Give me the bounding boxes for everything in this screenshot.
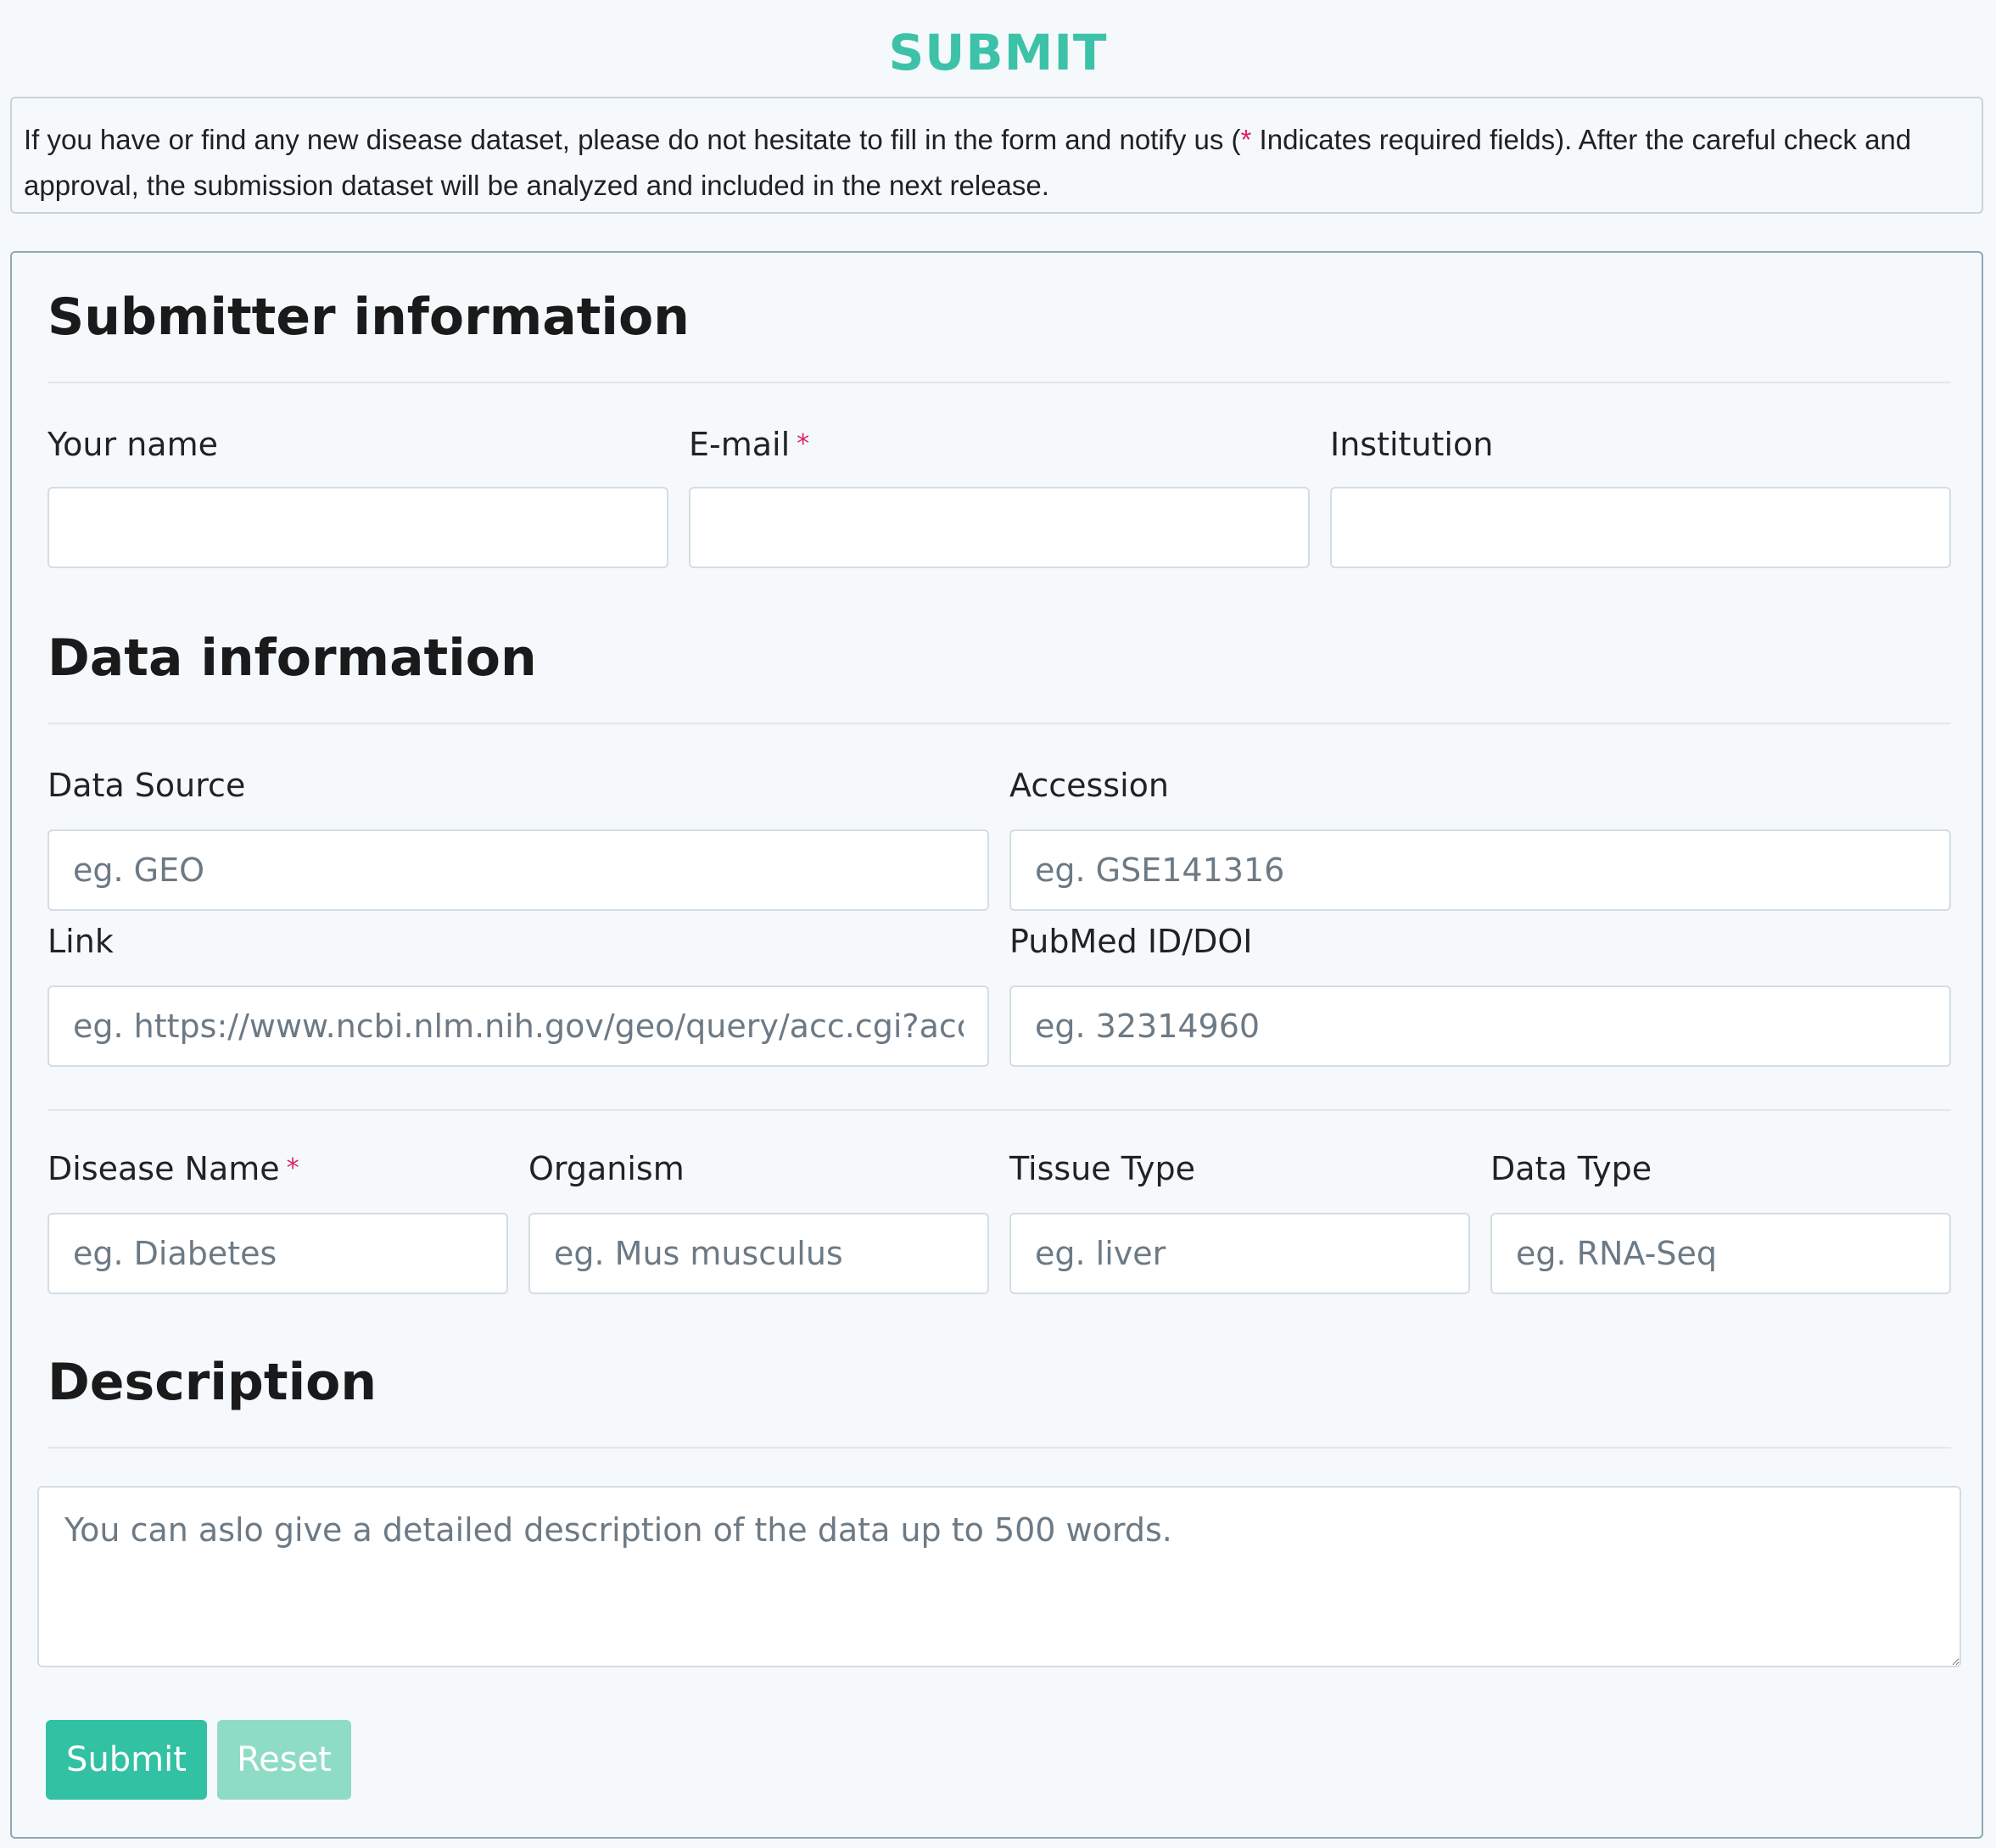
institution-label: Institution: [1330, 422, 1493, 466]
data-type-input[interactable]: [1490, 1213, 1951, 1294]
disease-name-input[interactable]: [48, 1213, 508, 1294]
description-textarea[interactable]: [37, 1486, 1961, 1667]
link-label: Link: [48, 923, 114, 960]
link-input[interactable]: [48, 985, 989, 1067]
accession-label: Accession: [1009, 767, 1169, 804]
email-label: E-mail *: [689, 422, 809, 466]
submit-button[interactable]: Submit: [46, 1720, 207, 1800]
pubmed-label: PubMed ID/DOI: [1009, 923, 1253, 960]
organism-label: Organism: [528, 1150, 685, 1187]
notice-required-star: *: [1240, 124, 1252, 155]
tissue-type-input[interactable]: [1009, 1213, 1470, 1294]
organism-input[interactable]: [528, 1213, 989, 1294]
data-divider: [48, 723, 1951, 724]
data-type-label: Data Type: [1490, 1150, 1652, 1187]
data-source-input[interactable]: [48, 829, 989, 911]
institution-input[interactable]: [1330, 487, 1951, 568]
disease-name-label-text: Disease Name: [48, 1150, 280, 1187]
page-title: SUBMIT: [888, 24, 1108, 81]
name-input[interactable]: [48, 487, 668, 568]
tissue-type-label: Tissue Type: [1009, 1150, 1196, 1187]
name-label-text: Your name: [48, 426, 218, 463]
email-input[interactable]: [689, 487, 1310, 568]
submission-form: Submitter information Your name E-mail * …: [10, 251, 1983, 1839]
institution-label-text: Institution: [1330, 426, 1494, 463]
description-section-title: Description: [48, 1353, 377, 1412]
description-divider: [48, 1447, 1951, 1449]
email-label-text: E-mail: [689, 426, 791, 463]
data-source-label: Data Source: [48, 767, 246, 804]
data-subdivider: [48, 1109, 1951, 1111]
name-label: Your name: [48, 422, 218, 466]
submission-notice: If you have or find any new disease data…: [10, 97, 1983, 214]
submitter-section-title: Submitter information: [48, 288, 690, 347]
reset-button[interactable]: Reset: [217, 1720, 351, 1800]
disease-name-label: Disease Name *: [48, 1147, 299, 1191]
submitter-divider: [48, 382, 1951, 383]
email-required-star: *: [797, 429, 810, 459]
data-section-title: Data information: [48, 628, 537, 688]
accession-input[interactable]: [1009, 829, 1951, 911]
pubmed-input[interactable]: [1009, 985, 1951, 1067]
notice-text-before: If you have or find any new disease data…: [24, 124, 1241, 155]
disease-required-star: *: [286, 1153, 299, 1183]
